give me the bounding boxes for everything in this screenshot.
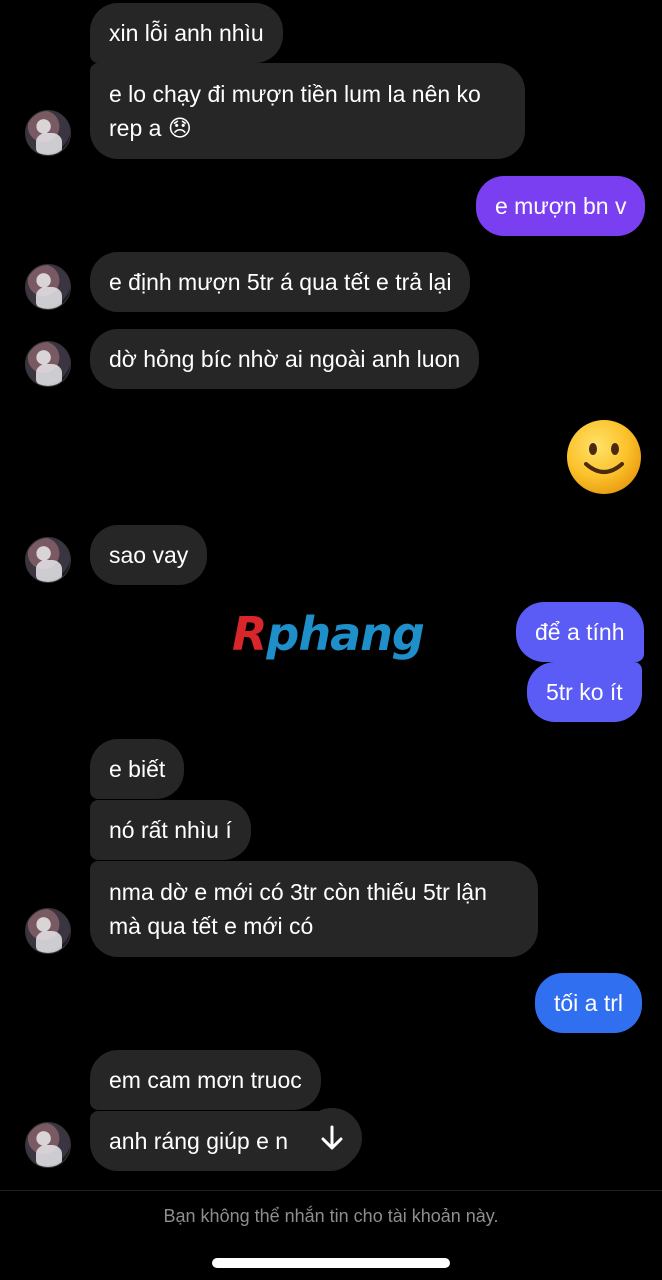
avatar[interactable] <box>25 908 71 954</box>
message-text: 5tr ko ít <box>546 679 623 705</box>
message-text-line: mà qua tết e mới có <box>109 913 314 939</box>
message-text-line: nma dờ e mới có 3tr còn thiếu 5tr lận <box>109 879 487 905</box>
message-text-line: rep a 😞 <box>109 115 192 141</box>
home-indicator[interactable] <box>212 1258 450 1268</box>
slightly-smiling-face-icon[interactable] <box>565 418 643 496</box>
avatar[interactable] <box>25 537 71 583</box>
message-text: dờ hỏng bíc nhờ ai ngoài anh luon <box>109 346 461 372</box>
message-bubble-received[interactable]: e định mượn 5tr á qua tết e trả lại <box>90 252 471 312</box>
message-text: e mượn bn v <box>495 193 627 219</box>
message-bubble-sent[interactable]: e mượn bn v <box>476 176 646 236</box>
message-bubble-received[interactable]: dờ hỏng bíc nhờ ai ngoài anh luon <box>90 329 480 389</box>
message-bubble-received[interactable]: nma dờ e mới có 3tr còn thiếu 5tr lận mà… <box>90 861 538 957</box>
message-text-line: e lo chạy đi mượn tiền lum la nên ko <box>109 81 481 107</box>
message-text: em cam mơn truoc <box>109 1067 302 1093</box>
avatar[interactable] <box>25 110 71 156</box>
message-bubble-sent[interactable]: tối a trl <box>535 973 643 1033</box>
message-bubble-received[interactable]: e lo chạy đi mượn tiền lum la nên ko rep… <box>90 63 525 159</box>
message-text: xin lỗi anh nhìu <box>109 20 264 46</box>
message-bubble-received[interactable]: sao vay <box>90 525 208 585</box>
message-text: anh ráng giúp e n <box>109 1128 289 1154</box>
message-bubble-received[interactable]: xin lỗi anh nhìu <box>90 3 283 63</box>
message-text: để a tính <box>535 619 625 645</box>
message-text: nó rất nhìu í <box>109 817 232 843</box>
arrow-down-icon <box>321 1125 343 1150</box>
footer-divider <box>0 1190 662 1191</box>
scroll-to-bottom-button[interactable] <box>302 1108 362 1168</box>
avatar[interactable] <box>25 341 71 387</box>
message-bubble-received[interactable]: e biết <box>90 739 185 799</box>
avatar[interactable] <box>25 264 71 310</box>
watermark-logo: Rphang <box>232 607 425 661</box>
cannot-message-notice: Bạn không thể nhắn tin cho tài khoản này… <box>163 1206 499 1226</box>
message-text: e định mượn 5tr á qua tết e trả lại <box>109 269 452 295</box>
message-bubble-received[interactable]: em cam mơn truoc <box>90 1050 321 1110</box>
message-text: sao vay <box>109 542 189 568</box>
message-bubble-sent[interactable]: để a tính <box>516 602 644 662</box>
message-text: e biết <box>109 756 166 782</box>
message-bubble-sent[interactable]: 5tr ko ít <box>527 662 642 722</box>
message-bubble-received[interactable]: nó rất nhìu í <box>90 800 251 860</box>
message-text: tối a trl <box>554 990 624 1016</box>
avatar[interactable] <box>25 1122 71 1168</box>
